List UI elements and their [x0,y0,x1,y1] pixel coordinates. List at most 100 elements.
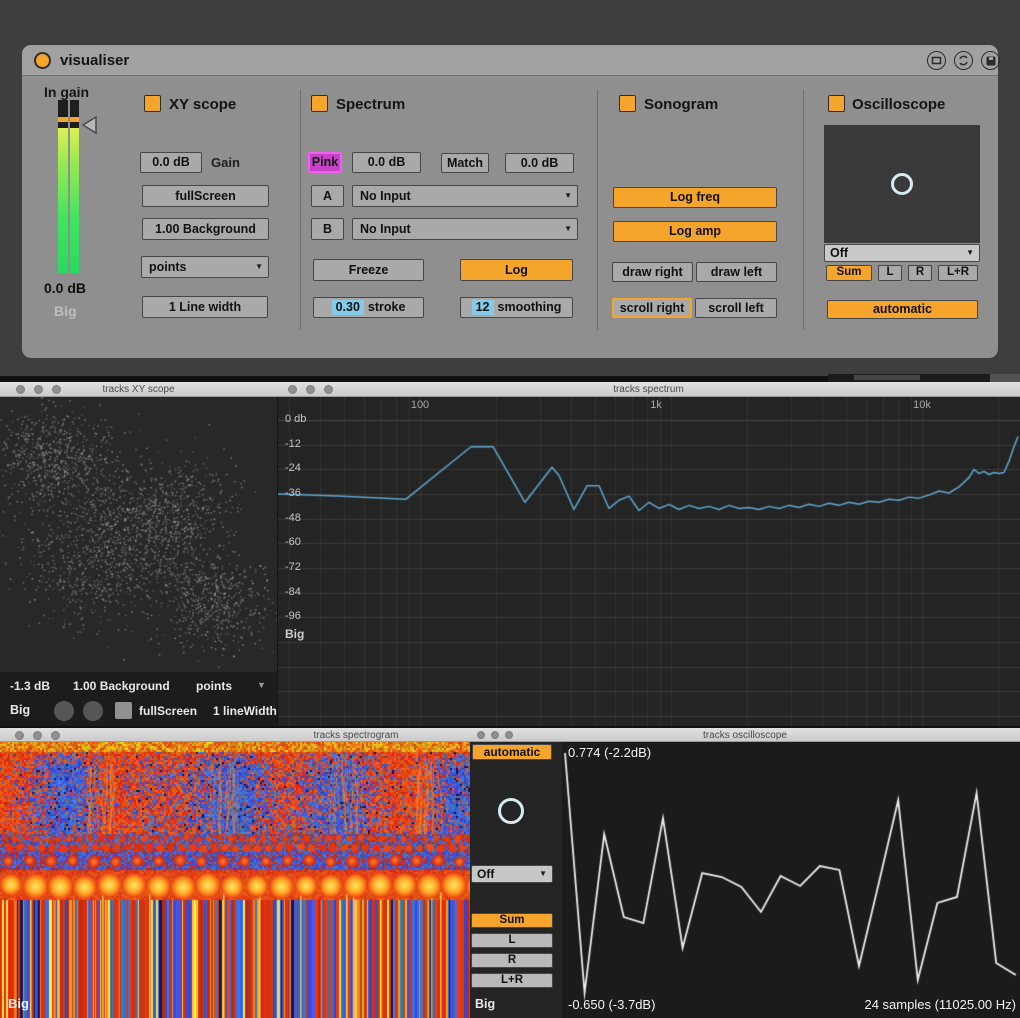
draw-left-button[interactable]: draw left [696,262,777,282]
stroke-numbox[interactable]: 0.30stroke [313,297,424,318]
osc-sum-button[interactable]: Sum [826,265,872,281]
scroll-left-button[interactable]: scroll left [695,298,777,318]
chevron-down-icon[interactable]: ▼ [257,680,266,690]
osc-window-circle-icon [498,798,524,824]
device-panel: visualiser In gain 0.0 dB Big XY scope 0… [22,45,998,358]
osc-window-automatic-button[interactable]: automatic [472,744,552,760]
smoothing-numbox[interactable]: 12smoothing [460,297,573,318]
xy-window-size-label: Big [10,703,30,717]
xy-window-fullscreen-label[interactable]: fullScreen [139,704,197,718]
osc-lr-button[interactable]: L+R [938,265,978,281]
spectrogram-window-title: tracks spectrogram [313,730,398,741]
spectrogram-display-canvas [0,742,470,1018]
db-tick-label: -84 [285,586,301,598]
chevron-down-icon: ▼ [539,870,547,878]
osc-r-button[interactable]: R [908,265,932,281]
input-a-value: No Input [360,190,411,203]
osc-window-l-button[interactable]: L [471,933,553,948]
in-gain-handle[interactable] [80,115,98,135]
osc-automatic-button[interactable]: automatic [827,300,978,319]
spectrum-display: Big 1001k10k0 db-12-24-36-48-60-72-84-96 [277,397,1020,728]
section-divider [803,90,804,330]
chevron-down-icon: ▼ [564,225,572,233]
osc-source-dropdown[interactable]: Off ▼ [824,244,980,262]
smoothing-label: smoothing [498,301,562,314]
spectrum-level-a-numbox[interactable]: 0.0 dB [352,152,421,173]
xy-window-mode-dropdown[interactable]: points [196,679,232,693]
db-tick-label: -96 [285,610,301,622]
match-button[interactable]: Match [441,153,489,173]
osc-window-source-value: Off [477,868,494,880]
xy-window-line-width[interactable]: 1 lineWidth [213,704,277,718]
osc-window-titlebar[interactable]: tracks oscilloscope [470,728,1020,742]
xy-scope-checkbox[interactable] [144,95,161,112]
pink-noise-button[interactable]: Pink [308,152,342,173]
osc-samples-label: 24 samples (11025.00 Hz) [864,997,1016,1012]
in-gain-meter[interactable] [58,100,79,273]
xy-window-title: tracks XY scope [0,384,277,395]
device-on-toggle[interactable] [34,52,51,69]
freq-tick-label: 10k [913,399,931,411]
background-window-edge [828,374,1020,382]
xy-background-numbox[interactable]: 1.00 Background [142,218,269,240]
xy-line-width-numbox[interactable]: 1 Line width [142,296,268,318]
xy-window-controls: -1.3 dB 1.00 Background points ▼ Big ful… [0,672,277,728]
xy-window-background[interactable]: 1.00 Background [73,679,170,693]
osc-window-r-button[interactable]: R [471,953,553,968]
freq-tick-label: 1k [650,399,662,411]
oscilloscope-checkbox[interactable] [828,95,845,112]
minimize-icon[interactable] [33,731,42,740]
freeze-button[interactable]: Freeze [313,259,424,281]
osc-max-label: 0.774 (-2.2dB) [568,745,651,760]
oscilloscope-title: Oscilloscope [852,96,945,113]
in-gain-label: In gain [44,84,89,100]
save-icon[interactable] [981,51,1000,70]
spectrum-window-titlebar[interactable]: tracks spectrum [277,382,1020,397]
xy-gain-numbox[interactable]: 0.0 dB [140,152,202,173]
spectrum-plot-canvas [278,397,1020,728]
hot-swap-icon[interactable] [954,51,973,70]
osc-window-title: tracks oscilloscope [470,730,1020,741]
spectrum-size-label: Big [285,627,304,641]
xy-toggle-a[interactable] [54,701,74,721]
input-a-button[interactable]: A [311,185,344,207]
spectrogram-window-titlebar[interactable]: tracks spectrogram [0,728,470,742]
scroll-right-button[interactable]: scroll right [612,298,692,318]
xy-fullscreen-checkbox[interactable] [115,702,132,719]
stroke-label: stroke [368,301,406,314]
unfold-icon[interactable] [927,51,946,70]
draw-right-button[interactable]: draw right [612,262,693,282]
log-button[interactable]: Log [460,259,573,281]
osc-window-size-label: Big [475,997,495,1011]
osc-window-sum-button[interactable]: Sum [471,913,553,928]
db-tick-label: -12 [285,438,301,450]
close-icon[interactable] [15,731,24,740]
osc-window-source-dropdown[interactable]: Off ▼ [471,865,553,883]
spectrum-level-b-numbox[interactable]: 0.0 dB [505,153,574,173]
xy-window-gain[interactable]: -1.3 dB [10,679,50,693]
sonogram-checkbox[interactable] [619,95,636,112]
osc-scope-display: 0.774 (-2.2dB) -0.650 (-3.7dB) 24 sample… [562,742,1020,1018]
chevron-down-icon: ▼ [966,249,974,257]
osc-waveform-canvas [562,742,1020,1018]
maximize-icon[interactable] [51,731,60,740]
input-b-dropdown[interactable]: No Input▼ [352,218,578,240]
xy-mode-value: points [149,261,187,274]
input-a-dropdown[interactable]: No Input▼ [352,185,578,207]
oscilloscope-circle-icon [891,173,913,195]
xy-scope-display-canvas [0,397,277,672]
xy-window-titlebar[interactable]: tracks XY scope [0,382,277,397]
xy-mode-dropdown[interactable]: points▼ [141,256,269,278]
in-gain-value[interactable]: 0.0 dB [44,280,86,296]
in-gain-size-label: Big [54,303,77,319]
osc-l-button[interactable]: L [878,265,902,281]
xy-toggle-b[interactable] [83,701,103,721]
log-freq-button[interactable]: Log freq [613,187,777,208]
osc-window-lr-button[interactable]: L+R [471,973,553,988]
osc-source-value: Off [830,247,848,260]
spectrum-checkbox[interactable] [311,95,328,112]
input-b-button[interactable]: B [311,218,344,240]
xy-fullscreen-button[interactable]: fullScreen [142,185,269,207]
log-amp-button[interactable]: Log amp [613,221,777,242]
db-tick-label: -72 [285,561,301,573]
